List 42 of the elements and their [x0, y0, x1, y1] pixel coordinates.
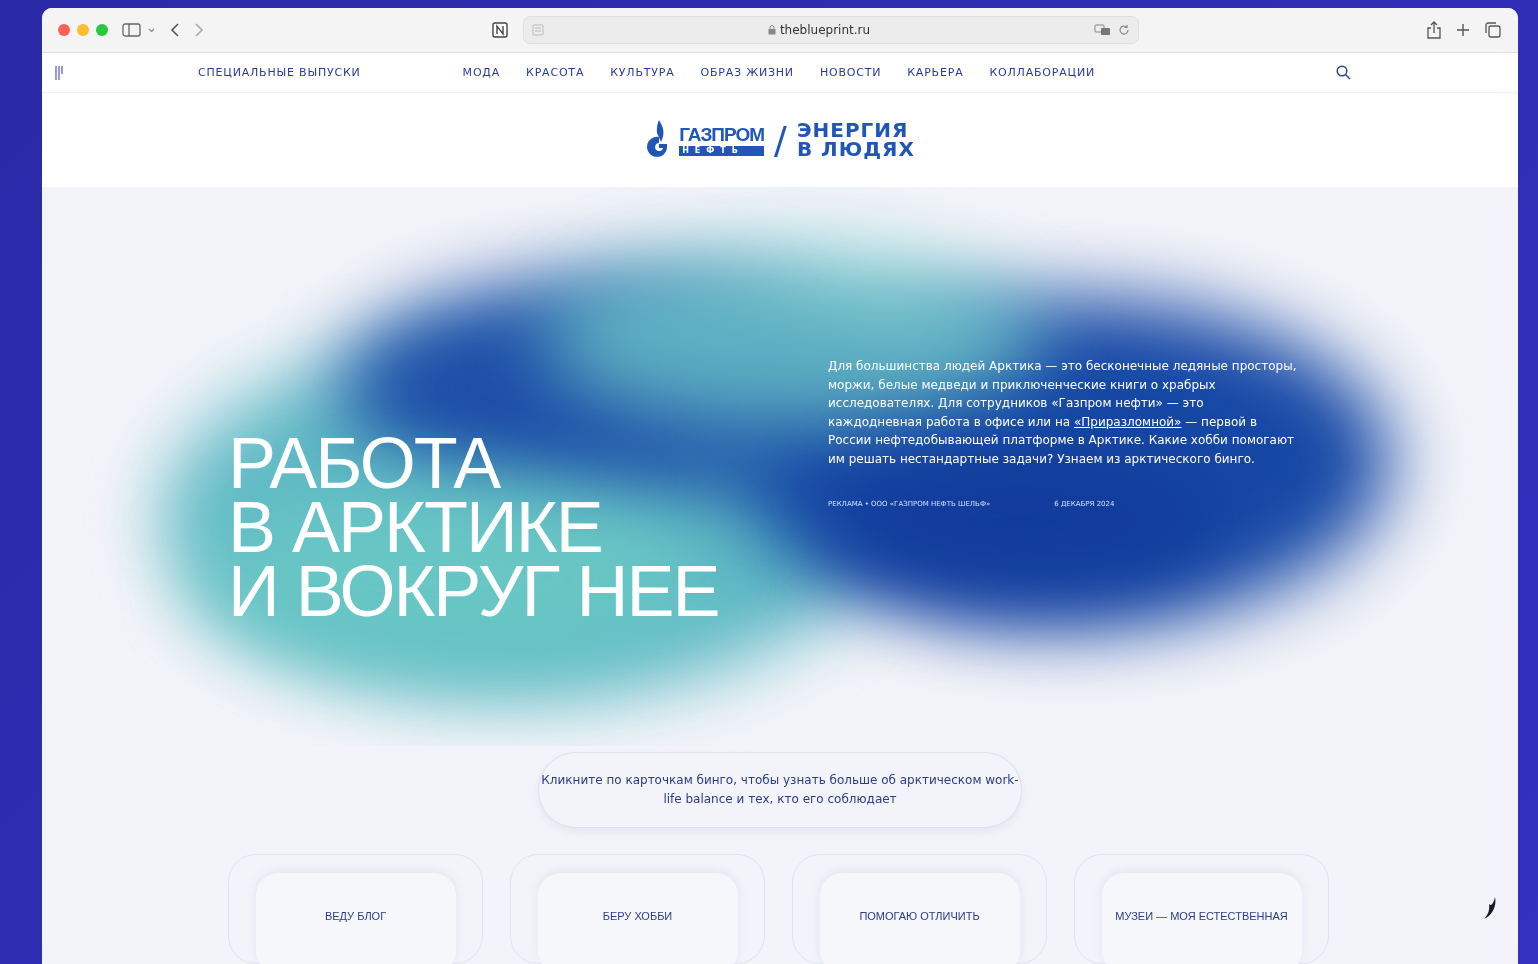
leaf-icon[interactable]: [1482, 896, 1498, 920]
notebook-extension-icon[interactable]: [491, 21, 509, 40]
nav-link[interactable]: СПЕЦИАЛЬНЫЕ ВЫПУСКИ: [198, 66, 361, 80]
nav-link[interactable]: КРАСОТА: [526, 66, 585, 80]
nav-link[interactable]: НОВОСТИ: [819, 66, 882, 80]
new-tab-icon[interactable]: [1456, 23, 1470, 38]
translate-icon[interactable]: [1094, 24, 1112, 37]
tabs-overview-icon[interactable]: [1484, 21, 1502, 40]
nav-link[interactable]: МОДА: [462, 66, 501, 80]
slogan-line: ЭНЕРГИЯ: [796, 121, 909, 141]
zoom-window-button[interactable]: [96, 24, 108, 37]
slogan-line: В ЛЮДЯХ: [796, 140, 915, 160]
search-icon[interactable]: [1336, 65, 1351, 81]
card-label: МУЗЕИ — МОЯ ЕСТЕСТВЕННАЯ: [1115, 910, 1288, 922]
bingo-card[interactable]: ВЕДУ БЛОГ: [228, 854, 483, 964]
share-icon[interactable]: [1426, 21, 1442, 40]
bingo-card[interactable]: БЕРУ ХОББИ: [510, 854, 765, 964]
nav-link[interactable]: КАРЬЕРА: [907, 66, 964, 80]
page-icon: [532, 24, 544, 37]
sidebar-toggle-icon[interactable]: [122, 23, 156, 38]
logo-slash: /: [774, 118, 787, 163]
platform-link[interactable]: «Приразломной»: [1073, 414, 1182, 429]
card-label: ВЕДУ БЛОГ: [324, 910, 387, 922]
forward-icon[interactable]: [194, 23, 204, 38]
bingo-card[interactable]: ПОМОГАЮ ОТЛИЧИТЬ: [792, 854, 1047, 964]
reload-icon[interactable]: [1118, 24, 1130, 37]
address-url[interactable]: theblueprint.ru: [779, 23, 871, 38]
nav-link[interactable]: ОБРАЗ ЖИЗНИ: [700, 66, 794, 80]
card-label: ПОМОГАЮ ОТЛИЧИТЬ: [859, 910, 980, 922]
hero-title: РАБОТА В АРКТИКЕ И ВОКРУГ НЕЕ: [228, 431, 720, 624]
lock-icon: [767, 25, 776, 36]
brand-subtitle: НЕФТЬ: [679, 145, 765, 156]
close-window-button[interactable]: [58, 24, 70, 37]
card-label: БЕРУ ХОББИ: [602, 910, 673, 922]
back-icon[interactable]: [170, 23, 180, 38]
nav-link[interactable]: КУЛЬТУРА: [610, 66, 675, 80]
instruction-banner: Кликните по карточкам бинго, чтобы узнать больше об арктическом work-life balance и тех, кто его соблюдает: [538, 752, 1022, 828]
bingo-card[interactable]: МУЗЕИ — МОЯ ЕСТЕСТВЕННАЯ: [1074, 854, 1329, 964]
site-logo-icon[interactable]: [54, 64, 64, 81]
nav-link[interactable]: КОЛЛАБОРАЦИИ: [989, 66, 1095, 80]
intro-paragraph: Для большинства людей Арктика — это бесконечные ледяные просторы, моржи, белые медведи и приключенческие книги о храбрых исследователях. Для сотрудников «Газпром нефти» — это каждодневная работа в офисе или на «Приразломной» — первой в России нефтедобывающей платформе в Арктике. Какие хобби помогают им решать нестандартные задачи? Узнаем из арктического бинго.: [828, 358, 1298, 468]
brand-name: ГАЗПРОМ: [679, 124, 765, 144]
